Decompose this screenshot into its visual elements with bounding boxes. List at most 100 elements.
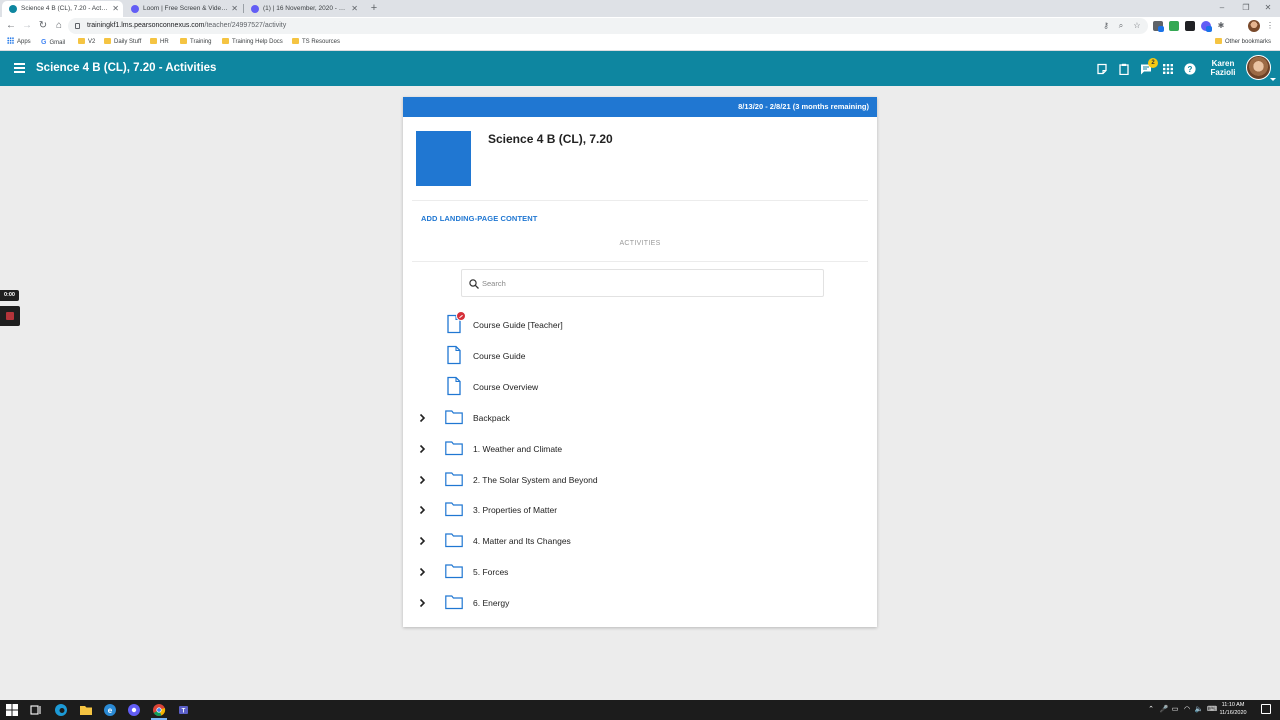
volume-icon[interactable]: 🔈 [1194, 704, 1204, 716]
extension-pdf-icon[interactable] [1185, 21, 1195, 31]
restore-icon[interactable]: ❐ [1234, 0, 1258, 17]
bookmark-folder[interactable]: TS Resources [292, 35, 340, 50]
list-item-folder-solar-system[interactable]: 2. The Solar System and Beyond [403, 467, 877, 493]
bookmark-label: TS Resources [302, 39, 341, 45]
user-avatar[interactable] [1246, 55, 1271, 80]
list-item-folder-energy[interactable]: 6. Energy [403, 590, 877, 616]
minimize-icon[interactable]: – [1210, 0, 1234, 17]
tray-chevron-up-icon[interactable]: ⌃ [1146, 704, 1156, 716]
extensions-puzzle-icon[interactable]: ✱ [1215, 20, 1227, 32]
list-item-course-guide-teacher[interactable]: Course Guide [Teacher] [403, 311, 877, 338]
wifi-icon[interactable]: ◠ [1182, 704, 1192, 716]
chevron-right-icon[interactable] [418, 444, 427, 454]
new-tab-button[interactable]: + [368, 0, 380, 17]
page-title: Science 4 B (CL), 7.20 - Activities [36, 62, 217, 74]
course-card-header: 8/13/20 - 2/8/21 (3 months remaining) [403, 97, 877, 117]
home-icon[interactable]: ⌂ [52, 18, 66, 34]
tab-title: Science 4 B (CL), 7.20 - Activities [21, 5, 109, 12]
forward-icon[interactable]: → [20, 18, 34, 34]
bookmark-other[interactable]: Other bookmarks [1215, 35, 1271, 50]
back-icon[interactable]: ← [4, 18, 18, 34]
bookmark-folder[interactable]: Daily Stuff [104, 35, 141, 50]
divider [412, 261, 868, 262]
close-tab-icon[interactable]: ✕ [351, 1, 358, 17]
browser-tab-activities[interactable]: Science 4 B (CL), 7.20 - Activities ✕ [2, 1, 123, 17]
search-input[interactable] [482, 276, 812, 291]
svg-text:e: e [108, 706, 113, 715]
list-item-course-overview[interactable]: Course Overview [403, 374, 877, 400]
loom-app-icon[interactable] [127, 703, 141, 717]
bookmark-gmail[interactable]: G Gmail [41, 35, 65, 50]
clock-date: 11/16/2020 [1219, 709, 1247, 716]
list-item-folder-backpack[interactable]: Backpack [403, 405, 877, 431]
teams-icon[interactable]: T [177, 703, 191, 717]
caret-down-icon[interactable] [1270, 78, 1276, 81]
hamburger-menu-icon[interactable] [14, 63, 25, 73]
taskbar-clock[interactable]: 11:10 AM 11/16/2020 [1218, 702, 1248, 717]
list-item-folder-properties[interactable]: 3. Properties of Matter [403, 497, 877, 523]
apps-grid-icon[interactable] [1162, 63, 1174, 75]
chevron-right-icon[interactable] [418, 598, 427, 608]
bookmark-folder[interactable]: Training Help Docs [222, 35, 283, 50]
list-item-folder-forces[interactable]: 5. Forces [403, 559, 877, 585]
bookmark-folder[interactable]: V2 [78, 35, 95, 50]
microphone-icon[interactable]: 🎤 [1159, 704, 1169, 716]
menu-kebab-icon[interactable]: ⋮ [1264, 20, 1276, 32]
bookmark-apps[interactable]: Apps [7, 35, 31, 50]
chevron-right-icon[interactable] [418, 567, 427, 577]
svg-text:?: ? [1188, 65, 1193, 74]
bookmark-folder[interactable]: HR [150, 35, 169, 50]
chevron-right-icon[interactable] [418, 536, 427, 546]
stop-recording-button[interactable] [0, 306, 20, 326]
search-box[interactable] [461, 269, 824, 297]
google-icon: G [41, 39, 47, 46]
activity-label: Course Guide [Teacher] [473, 320, 563, 330]
battery-icon[interactable]: ▭ [1170, 704, 1180, 716]
activity-label: 2. The Solar System and Beyond [473, 475, 598, 485]
folder-icon [445, 564, 463, 579]
browser-toolbar: ← → ↻ ⌂ trainingkf1.lms.pearsonconnexus.… [0, 17, 1280, 35]
clipboard-icon[interactable] [1118, 63, 1130, 75]
key-icon[interactable]: ⚷ [1100, 20, 1112, 32]
url-host: trainingkf1.lms.pearsonconnexus.com [87, 22, 205, 29]
close-tab-icon[interactable]: ✕ [231, 1, 238, 17]
user-name[interactable]: Karen Fazioli [1208, 59, 1238, 77]
notes-icon[interactable] [1096, 63, 1108, 75]
activity-label: 6. Energy [473, 598, 510, 608]
close-window-icon[interactable]: ✕ [1256, 0, 1280, 17]
course-image [416, 131, 471, 186]
app-header: Science 4 B (CL), 7.20 - Activities ? [0, 51, 1280, 86]
bookmark-label: HR [160, 39, 169, 45]
windows-start-icon[interactable] [5, 703, 19, 717]
bookmark-label: Other bookmarks [1225, 39, 1272, 45]
help-icon[interactable]: ? [1184, 63, 1196, 75]
add-landing-page-content-link[interactable]: ADD LANDING-PAGE CONTENT [421, 214, 537, 223]
user-first-name: Karen [1211, 59, 1235, 68]
profile-avatar[interactable] [1248, 20, 1260, 32]
list-item-folder-matter-changes[interactable]: 4. Matter and Its Changes [403, 528, 877, 554]
file-explorer-icon[interactable] [79, 703, 93, 717]
chevron-right-icon[interactable] [418, 505, 427, 515]
browser-tab-loom[interactable]: Loom | Free Screen & Video Recording ✕ [124, 1, 242, 17]
list-item-folder-weather[interactable]: 1. Weather and Climate [403, 436, 877, 462]
browser-tab-loom-video[interactable]: (1) | 16 November, 2020 - Loom ✕ [244, 1, 362, 17]
course-title: Science 4 B (CL), 7.20 [488, 132, 613, 146]
edge-icon[interactable] [54, 703, 68, 717]
task-view-icon[interactable] [29, 703, 43, 717]
zoom-icon[interactable]: ⌕ [1115, 20, 1127, 32]
bookmark-label: Daily Stuff [114, 39, 142, 45]
chevron-right-icon[interactable] [418, 475, 427, 485]
reload-icon[interactable]: ↻ [36, 18, 50, 34]
close-tab-icon[interactable]: ✕ [112, 1, 119, 17]
address-bar[interactable]: trainingkf1.lms.pearsonconnexus.com/teac… [68, 18, 1148, 34]
chrome-icon[interactable] [152, 703, 166, 717]
edge-legacy-icon[interactable]: e [103, 703, 117, 717]
folder-icon [1215, 38, 1222, 44]
notification-center-icon[interactable] [1261, 704, 1271, 714]
extension-green-icon[interactable] [1169, 21, 1179, 31]
keyboard-icon[interactable]: ⌨ [1207, 704, 1217, 716]
list-item-course-guide[interactable]: Course Guide [403, 343, 877, 369]
bookmark-star-icon[interactable]: ☆ [1131, 20, 1143, 32]
chevron-right-icon[interactable] [418, 413, 427, 423]
bookmark-folder[interactable]: Training [180, 35, 211, 50]
